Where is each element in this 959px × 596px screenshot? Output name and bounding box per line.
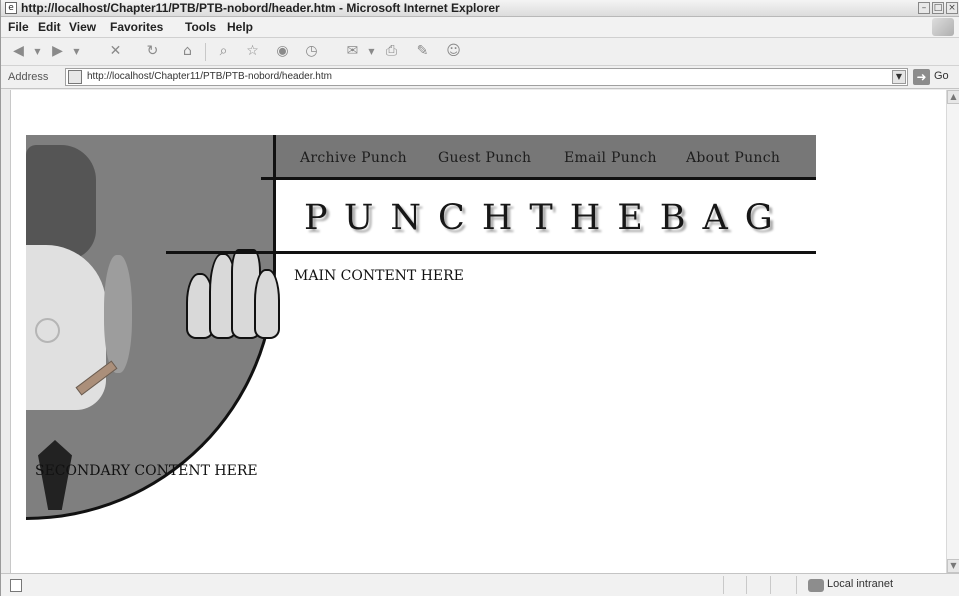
main-content-placeholder: MAIN CONTENT HERE	[294, 268, 464, 284]
home-icon[interactable]: ⌂	[179, 43, 196, 60]
site-logo-text[interactable]: PUNCHTHEBAG	[304, 198, 790, 238]
maximize-button[interactable]: □	[932, 2, 944, 14]
intranet-zone-icon	[808, 579, 824, 592]
status-bar: Local intranet	[1, 573, 959, 596]
menu-favorites[interactable]: Favorites	[110, 20, 163, 34]
nav-link-guest-punch[interactable]: Guest Punch	[438, 150, 531, 166]
forward-arrow-icon[interactable]: ▶	[49, 43, 66, 60]
refresh-icon[interactable]: ↻	[144, 43, 161, 60]
stop-icon[interactable]: ✕	[107, 43, 124, 60]
back-dropdown-icon[interactable]: ▼	[29, 43, 46, 60]
address-label: Address	[8, 71, 49, 83]
mail-dropdown-icon[interactable]: ▼	[363, 43, 380, 60]
security-zone-label: Local intranet	[827, 578, 894, 590]
page-icon	[68, 70, 82, 84]
status-pane	[746, 576, 747, 594]
menu-tools[interactable]: Tools	[185, 20, 216, 34]
scroll-down-button[interactable]: ▼	[947, 559, 959, 573]
status-pane	[723, 576, 724, 594]
menu-help[interactable]: Help	[227, 20, 253, 34]
toolbar-separator	[205, 43, 206, 61]
menu-edit[interactable]: Edit	[38, 20, 61, 34]
window-title: http://localhost/Chapter11/PTB/PTB-nobor…	[21, 1, 500, 15]
nav-link-email-punch[interactable]: Email Punch	[564, 150, 657, 166]
scroll-up-button[interactable]: ▲	[947, 90, 959, 104]
nav-link-about-punch[interactable]: About Punch	[686, 150, 780, 166]
ie-icon: e	[5, 2, 17, 14]
smoke-graphic	[104, 255, 132, 373]
standard-toolbar: ◀ ▼ ▶ ▼ ✕ ↻ ⌂ ⌕ ☆ ◉ ◷ ✉ ▼ ⎙ ✎ ☺	[1, 38, 959, 66]
address-dropdown-button[interactable]: ▼	[892, 70, 906, 84]
mail-icon[interactable]: ✉	[344, 43, 361, 60]
window-controls: – □ ×	[918, 2, 958, 14]
title-bar: e http://localhost/Chapter11/PTB/PTB-nob…	[1, 0, 959, 17]
messenger-icon[interactable]: ☺	[445, 43, 462, 60]
go-arrow-icon: ➜	[913, 69, 930, 85]
vertical-scrollbar[interactable]: ▲ ▼	[946, 90, 959, 573]
back-arrow-icon[interactable]: ◀	[10, 43, 27, 60]
secondary-content-placeholder: SECONDARY CONTENT HERE	[35, 463, 258, 479]
windows-logo-icon	[932, 18, 954, 36]
status-pane	[796, 576, 797, 594]
media-icon[interactable]: ◉	[274, 43, 291, 60]
history-icon[interactable]: ◷	[303, 43, 320, 60]
address-bar: Address http://localhost/Chapter11/PTB/P…	[1, 66, 959, 89]
menu-file[interactable]: File	[8, 20, 29, 34]
edit-icon[interactable]: ✎	[414, 43, 431, 60]
minimize-button[interactable]: –	[918, 2, 930, 14]
header-rule	[261, 177, 816, 180]
status-pane	[770, 576, 771, 594]
go-label: Go	[934, 70, 949, 82]
nav-link-archive-punch[interactable]: Archive Punch	[300, 150, 407, 166]
go-button[interactable]: ➜ Go	[913, 69, 957, 86]
header-rule	[166, 251, 816, 254]
monocle-icon	[35, 318, 60, 343]
menu-bar: File Edit View Favorites Tools Help	[1, 17, 959, 38]
close-button[interactable]: ×	[946, 2, 958, 14]
character-hair	[26, 145, 96, 260]
address-url: http://localhost/Chapter11/PTB/PTB-nobor…	[87, 71, 332, 82]
forward-dropdown-icon[interactable]: ▼	[68, 43, 85, 60]
address-input[interactable]: http://localhost/Chapter11/PTB/PTB-nobor…	[65, 68, 908, 86]
page-viewport[interactable]: Archive Punch Guest Punch Email Punch Ab…	[10, 90, 946, 573]
person-figure	[254, 269, 280, 339]
menu-view[interactable]: View	[69, 20, 96, 34]
star-icon[interactable]: ☆	[244, 43, 261, 60]
browser-window: e http://localhost/Chapter11/PTB/PTB-nob…	[0, 0, 959, 596]
page-status-icon	[10, 579, 22, 592]
search-icon[interactable]: ⌕	[215, 43, 232, 60]
print-icon[interactable]: ⎙	[383, 43, 400, 60]
